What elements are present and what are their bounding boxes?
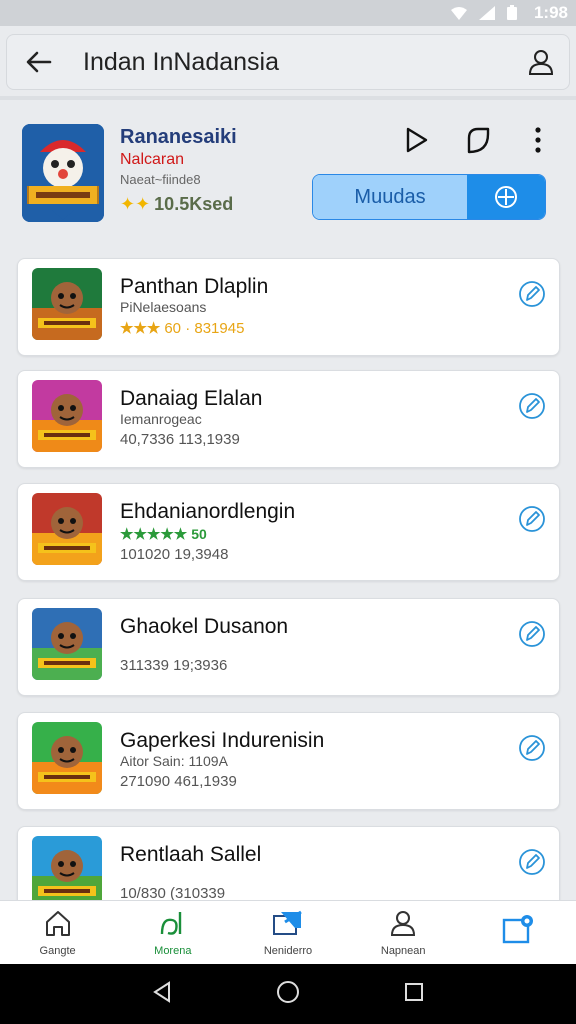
page-title: Indan InNadansia [83,47,279,76]
nav-item-profile[interactable]: Napnean [346,901,461,964]
nav-label: Napnean [380,945,426,957]
system-back-icon[interactable] [151,980,173,1009]
header-divider [0,96,576,100]
nav-item-home[interactable]: Gangte [0,901,115,964]
nav-label: Morena [154,945,192,957]
app-icon[interactable] [32,608,102,680]
nav-item-folder[interactable]: Neniderro [230,901,345,964]
rating-value: 50 [191,526,207,542]
folder-icon [271,908,305,943]
list-item[interactable]: Gaperkesi Indurenisin Aitor Sain: 1109A 27… [17,712,560,810]
search-bar[interactable]: Indan InNadansia [6,34,570,90]
featured-rating: ✦✦ 10.5Ksed [120,194,233,215]
nav-item-leaf[interactable]: Morena [115,901,230,964]
list-item[interactable]: Ehdanianordlengin ★★★★★ 50 101020 19,3948 [17,483,560,581]
app-icon[interactable] [32,268,102,340]
wifi-icon [450,5,468,21]
nav-item-notifications[interactable] [461,901,576,964]
rating-stars: ★★★★★ [120,526,188,543]
app-subtitle: Iemanrogeac [120,411,202,427]
compass-icon[interactable] [467,175,545,219]
edit-pencil-icon[interactable] [517,847,547,877]
signal-icon [478,5,496,21]
edit-pencil-icon[interactable] [517,504,547,534]
status-bar: 1:98 [0,0,576,26]
bookmark-tag-icon[interactable] [460,122,496,158]
app-stats: 101020 19,3948 [120,546,229,563]
featured-app-subtitle: Nalcaran [120,151,185,168]
edit-pencil-icon[interactable] [517,391,547,421]
system-navigation-bar [0,964,576,1024]
featured-app-meta: Naeat~fiinde8 [120,172,201,187]
list-item[interactable]: Ghaokel Dusanon 311339 19;3936 [17,598,560,696]
rating-row: ★★★ 60 · 831945 [120,319,244,337]
app-icon[interactable] [32,722,102,794]
account-icon[interactable] [513,34,569,90]
rating-stars: ★★★ [120,320,161,337]
app-title: Ghaokel Dusanon [120,615,289,638]
rating-value: 60 · 831945 [164,320,245,337]
featured-app-name: Rananesaiki [120,126,237,148]
app-icon[interactable] [32,380,102,452]
install-button-label: Muudas [313,175,467,219]
app-title: Danaiag Elalan [120,387,263,410]
home-icon [43,908,73,943]
notification-icon [501,914,535,951]
list-item[interactable]: Danaiag Elalan Iemanrogeac 40,7336 113,193… [17,370,560,468]
app-stats: 40,7336 113,1939 [120,431,240,448]
play-icon[interactable] [398,122,434,158]
app-icon[interactable] [32,493,102,565]
rating-row: ★★★★★ 50 [120,525,207,543]
app-subtitle: PiNelaesoans [120,299,207,315]
bottom-navigation: Gangte Morena Neniderro Napnean [0,900,576,964]
app-title: Panthan Dlaplin [120,275,269,298]
app-icon[interactable] [32,836,102,908]
system-home-icon[interactable] [276,980,300,1009]
edit-pencil-icon[interactable] [517,279,547,309]
edit-pencil-icon[interactable] [517,619,547,649]
featured-app: Rananesaiki Nalcaran Naeat~fiinde8 ✦✦ 10… [0,104,576,244]
featured-app-icon[interactable] [22,124,104,222]
app-stats: 311339 19;3936 [120,657,228,674]
status-time: 1:98 [533,3,568,22]
featured-rating-value: 10.5Ksed [154,194,234,214]
app-title: Rentlaah Sallel [120,843,262,866]
install-button[interactable]: Muudas [312,174,546,220]
back-arrow-icon[interactable] [7,34,71,90]
nav-label: Neniderro [263,945,313,957]
app-stats: 271090 461,1939 [120,773,237,790]
double-star-icon: ✦✦ [120,194,151,214]
list-item[interactable]: Panthan Dlaplin PiNelaesoans ★★★ 60 · 83194… [17,258,560,356]
person-icon [388,908,418,943]
more-vert-icon[interactable] [520,122,556,158]
nav-label: Gangte [39,945,76,957]
app-subtitle: Aitor Sain: 1109A [120,753,228,769]
app-title: Ehdanianordlengin [120,500,296,523]
edit-pencil-icon[interactable] [517,733,547,763]
system-recents-icon[interactable] [403,981,425,1008]
battery-icon [506,5,524,21]
app-title: Gaperkesi Indurenisin [120,729,325,752]
leaf-icon [158,908,188,943]
